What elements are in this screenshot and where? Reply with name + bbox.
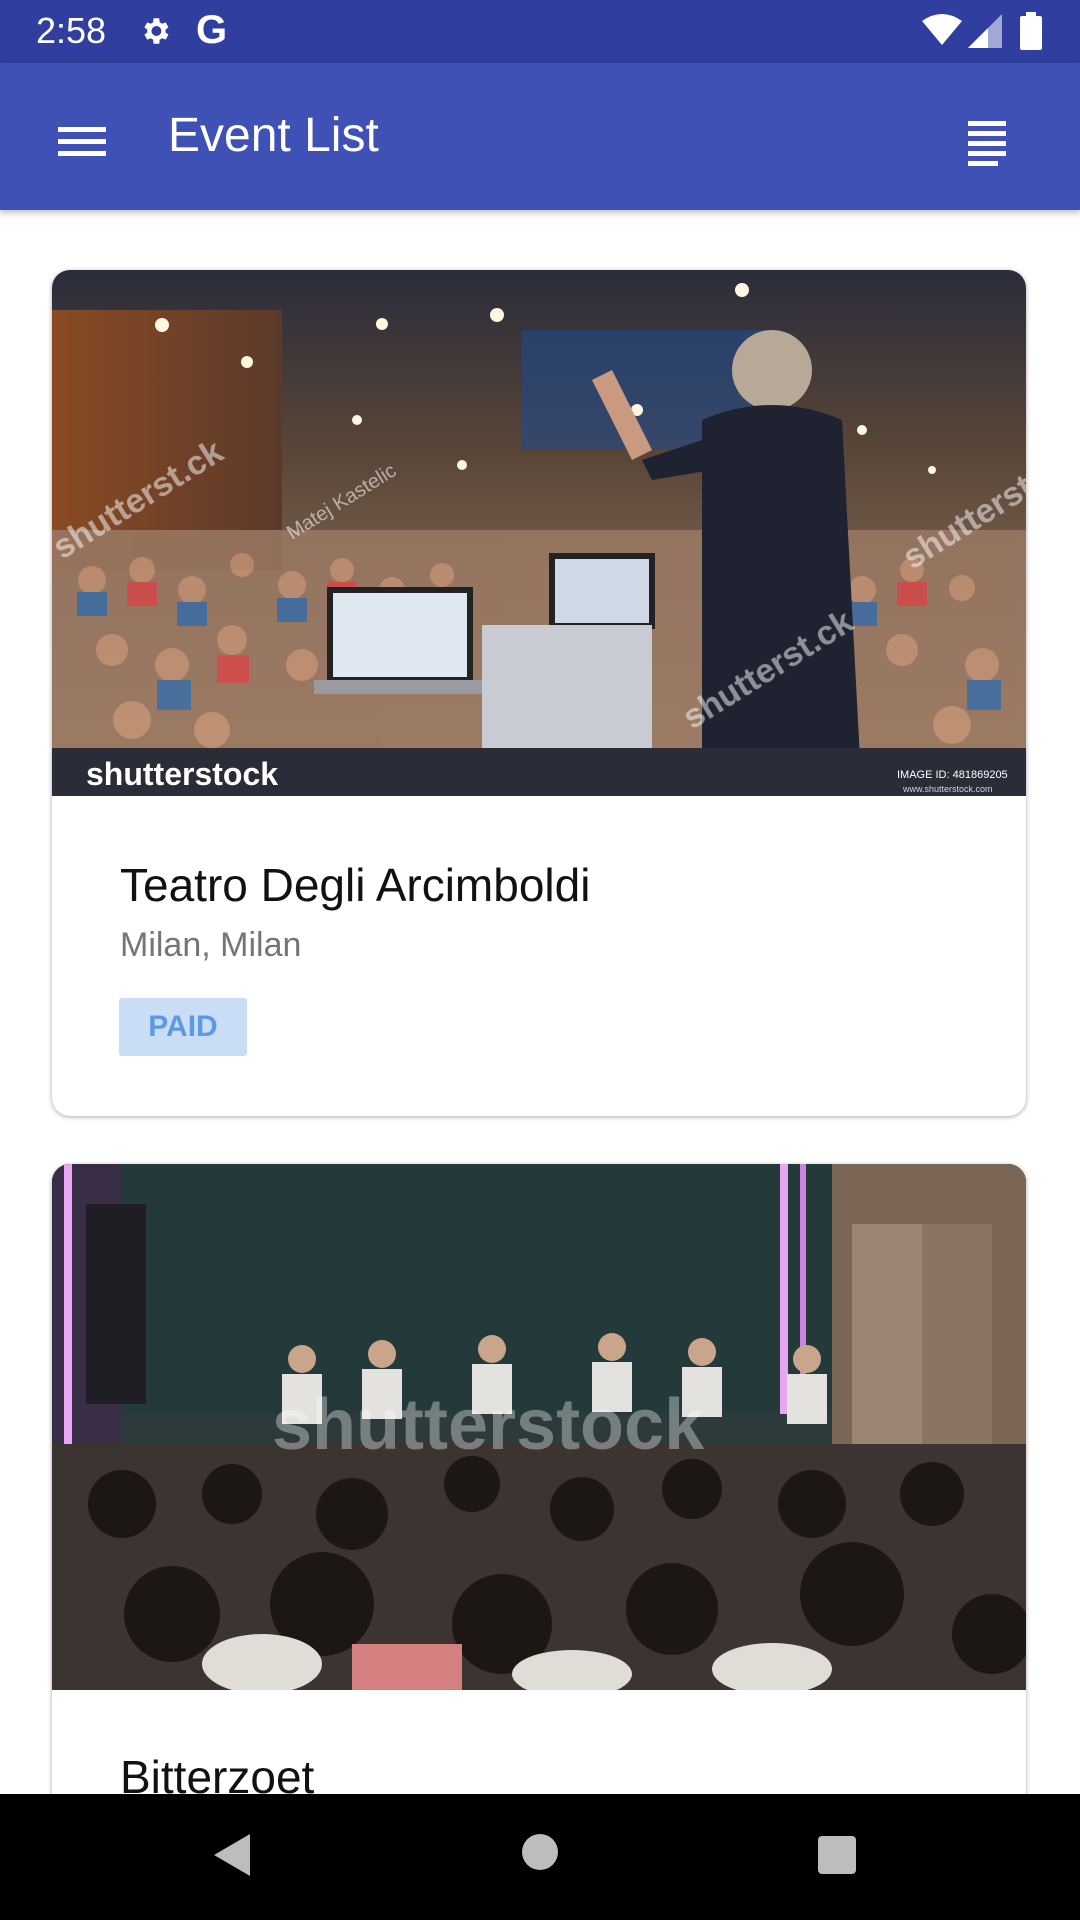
- event-card[interactable]: shutterstock Bitterzoet: [52, 1164, 1026, 1794]
- status-bar: 2:58 G: [0, 0, 1080, 63]
- menu-icon: [58, 127, 106, 156]
- event-title: Bitterzoet: [120, 1751, 315, 1794]
- list-view-button[interactable]: [950, 105, 1030, 169]
- price-badge: PAID: [119, 998, 247, 1056]
- status-time: 2:58: [36, 10, 107, 51]
- google-icon: G: [196, 8, 228, 52]
- gear-icon: [144, 18, 169, 44]
- image-id-label: IMAGE ID: 481869205: [897, 769, 1008, 781]
- event-list[interactable]: shutterst.ck shutterst.ck shutterst Mate…: [0, 210, 1080, 1794]
- event-image: shutterstock: [52, 1164, 1026, 1690]
- navigation-bar: [0, 1794, 1080, 1920]
- home-icon[interactable]: [520, 1832, 560, 1872]
- page-title: Event List: [168, 109, 379, 162]
- menu-button[interactable]: [58, 105, 148, 169]
- back-icon[interactable]: [210, 1830, 254, 1880]
- image-site: www.shutterstock.com: [902, 784, 993, 794]
- event-card[interactable]: shutterst.ck shutterst.ck shutterst Mate…: [52, 270, 1026, 1116]
- event-image: shutterst.ck shutterst.ck shutterst Mate…: [52, 270, 1026, 796]
- signal-icon: [968, 14, 1002, 48]
- event-location: Milan, Milan: [120, 926, 302, 964]
- watermark-text: shutterstock: [272, 1385, 705, 1465]
- list-view-icon: [968, 121, 1008, 166]
- wifi-icon: [922, 14, 962, 45]
- watermark-logo: shutterstock: [86, 756, 278, 792]
- recents-icon[interactable]: [816, 1834, 858, 1876]
- battery-icon: [1020, 12, 1042, 50]
- app-bar: Event List: [0, 63, 1080, 210]
- event-title: Teatro Degli Arcimboldi: [120, 859, 591, 911]
